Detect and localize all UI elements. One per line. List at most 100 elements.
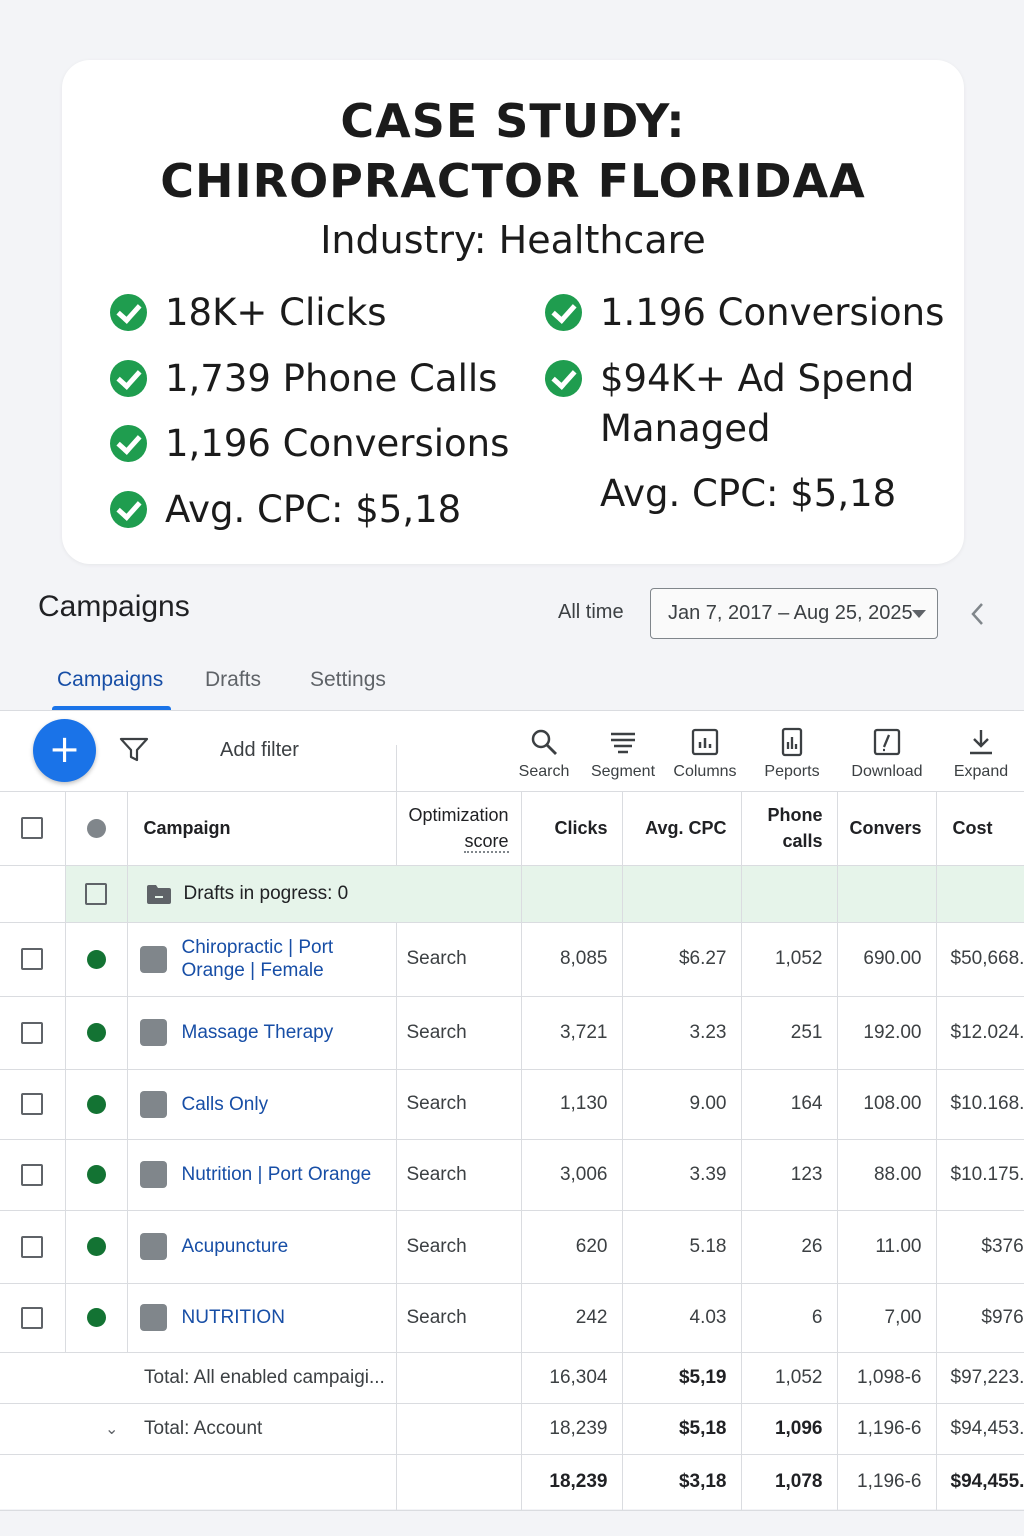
- row-checkbox[interactable]: [21, 1021, 44, 1044]
- conv-cell: 108.00: [837, 1069, 937, 1140]
- clicks-header[interactable]: Clicks: [521, 792, 623, 866]
- check-icon: [110, 294, 147, 331]
- row-checkbox[interactable]: [21, 1093, 44, 1115]
- cpc-cell: 4.03: [622, 1283, 742, 1353]
- total-conv: 1,196-6: [837, 1454, 937, 1511]
- total-phone: 1,052: [741, 1352, 838, 1404]
- conv-cell: 88.00: [837, 1139, 937, 1211]
- campaign-type: Search: [396, 922, 522, 997]
- stat-ad-spend: $94K+ Ad Spend: [545, 354, 914, 404]
- columns-tool-button[interactable]: Columns: [660, 727, 750, 781]
- total-conv: 1,196-6: [837, 1403, 937, 1455]
- case-study-title-line2: CHIROPRACTOR FLORIDAA: [160, 154, 866, 208]
- table-row[interactable]: Calls Only Search 1,130 9.00 164 108.00 …: [0, 1069, 1024, 1140]
- status-enabled-dot: [86, 949, 106, 969]
- check-icon: [110, 425, 147, 462]
- table-row[interactable]: Nutrition | Port Orange Search 3,006 3.3…: [0, 1139, 1024, 1211]
- optimization-score-header[interactable]: Optimization score: [396, 792, 522, 866]
- campaign-link[interactable]: Calls Only: [182, 1093, 269, 1116]
- campaigns-table: Campaign Optimization score Clicks Avg. …: [0, 792, 1024, 1511]
- chevron-left-icon[interactable]: [966, 600, 990, 628]
- campaign-type: Search: [396, 996, 522, 1070]
- status-enabled-dot: [86, 1023, 106, 1042]
- table-row[interactable]: Massage Therapy Search 3,721 3.23 251 19…: [0, 996, 1024, 1070]
- search-icon: [531, 729, 557, 755]
- search-tool-button[interactable]: Search: [499, 727, 589, 781]
- total-cost: $94,455.: [936, 1454, 1024, 1511]
- download-tool-button[interactable]: Download: [842, 727, 932, 781]
- table-row[interactable]: NUTRITION Search 242 4.03 6 7,00 $976.4: [0, 1283, 1024, 1353]
- table-row[interactable]: Acupuncture Search 620 5.18 26 11.00 $37…: [0, 1210, 1024, 1284]
- reports-icon: [781, 727, 803, 757]
- phone-cell: 123: [741, 1139, 838, 1211]
- check-icon: [110, 360, 147, 397]
- date-range-label: All time: [558, 601, 624, 623]
- row-checkbox[interactable]: [21, 1235, 44, 1258]
- check-icon: [545, 360, 582, 397]
- status-header: [65, 792, 128, 866]
- cost-header[interactable]: Cost: [936, 792, 1024, 866]
- clicks-cell: 1,130: [521, 1069, 623, 1140]
- phone-calls-header[interactable]: Phone calls: [741, 792, 838, 866]
- segment-tool-button[interactable]: Segment: [578, 727, 668, 781]
- check-icon: [110, 491, 147, 528]
- phone-cell: 164: [741, 1069, 838, 1140]
- case-study-card: CASE STUDY: CHIROPRACTOR FLORIDAA Indust…: [62, 60, 964, 564]
- total-cpc: $5,19: [622, 1352, 742, 1404]
- expand-tool-button[interactable]: Expand: [936, 727, 1024, 781]
- campaign-link[interactable]: NUTRITION: [182, 1306, 285, 1329]
- create-campaign-button[interactable]: +: [33, 719, 96, 782]
- conv-cell: 7,00: [837, 1283, 937, 1353]
- add-filter-button[interactable]: Add filter: [220, 739, 299, 762]
- total-cost: $94,453.: [936, 1403, 1024, 1455]
- date-range-select[interactable]: Jan 7, 2017 – Aug 25, 2025: [650, 588, 938, 639]
- row-checkbox[interactable]: [21, 948, 44, 970]
- total-enabled-label: Total: All enabled campaigi...: [65, 1352, 397, 1404]
- drafts-label[interactable]: Drafts in pogress: 0: [184, 883, 349, 905]
- select-all-checkbox[interactable]: [21, 817, 44, 840]
- conv-cell: 192.00: [837, 996, 937, 1070]
- tab-campaigns[interactable]: Campaigns: [57, 668, 163, 692]
- cost-cell: $12.024.: [936, 996, 1024, 1070]
- download-icon: [873, 728, 901, 756]
- total-cpc: $3,18: [622, 1454, 742, 1511]
- clicks-cell: 8,085: [521, 922, 623, 997]
- reports-tool-button[interactable]: Peports: [747, 727, 837, 781]
- campaign-type: Search: [396, 1069, 522, 1140]
- campaign-header[interactable]: Campaign: [127, 792, 397, 866]
- stat-phone-calls: 1,739 Phone Calls: [110, 354, 497, 404]
- table-toolbar: + Add filter Search Segment Columns Pepo…: [0, 711, 1024, 793]
- cost-cell: $10.175.: [936, 1139, 1024, 1211]
- avg-cpc-header[interactable]: Avg. CPC: [622, 792, 742, 866]
- clicks-cell: 620: [521, 1210, 623, 1284]
- clicks-cell: 3,721: [521, 996, 623, 1070]
- total-clicks: 18,239: [521, 1403, 623, 1455]
- total-account-label: Total: Account: [144, 1417, 263, 1439]
- clicks-cell: 3,006: [521, 1139, 623, 1211]
- campaign-link[interactable]: Nutrition | Port Orange: [182, 1163, 372, 1186]
- cpc-cell: 3.39: [622, 1139, 742, 1211]
- cost-cell: $976.4: [936, 1283, 1024, 1353]
- row-checkbox[interactable]: [21, 1163, 44, 1186]
- filter-icon[interactable]: [119, 737, 149, 763]
- tab-drafts[interactable]: Drafts: [205, 668, 261, 692]
- drafts-checkbox[interactable]: [85, 882, 107, 905]
- row-checkbox[interactable]: [21, 1306, 44, 1329]
- table-row[interactable]: Chiropractic | Port Orange | Female Sear…: [0, 922, 1024, 997]
- select-all-cell: [0, 792, 66, 866]
- date-range-value: Jan 7, 2017 – Aug 25, 2025: [668, 602, 913, 624]
- campaign-link[interactable]: Chiropractic | Port Orange | Female: [182, 936, 362, 982]
- chevron-down-icon[interactable]: ⌄: [105, 1419, 131, 1439]
- phone-cell: 1,052: [741, 922, 838, 997]
- segment-icon: [611, 732, 635, 754]
- conversions-header[interactable]: Convers: [837, 792, 937, 866]
- total-row: Total: All enabled campaigi... 16,304 $5…: [0, 1352, 1024, 1404]
- campaign-type: Search: [396, 1139, 522, 1211]
- phone-cell: 251: [741, 996, 838, 1070]
- campaign-link[interactable]: Acupuncture: [182, 1235, 289, 1258]
- campaign-link[interactable]: Massage Therapy: [182, 1021, 334, 1044]
- total-phone: 1,096: [741, 1403, 838, 1455]
- tab-settings[interactable]: Settings: [310, 668, 386, 692]
- campaign-type: Search: [396, 1283, 522, 1353]
- cpc-cell: 5.18: [622, 1210, 742, 1284]
